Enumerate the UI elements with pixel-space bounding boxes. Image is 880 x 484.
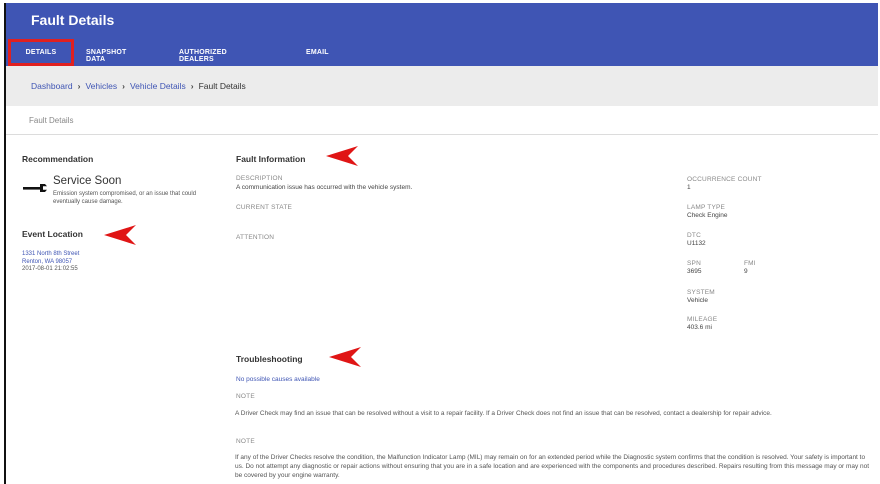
attention-label: ATTENTION bbox=[236, 234, 275, 241]
note-label: NOTE bbox=[236, 438, 255, 445]
chevron-right-icon: › bbox=[190, 81, 194, 91]
tab-authorized-dealers[interactable]: AUTHORIZED DEALERS bbox=[179, 49, 227, 63]
occurrence-count-value: 1 bbox=[687, 184, 691, 191]
app-window: Fault Details DETAILS SNAPSHOT DATA AUTH… bbox=[4, 3, 878, 484]
breadcrumb-dashboard[interactable]: Dashboard bbox=[31, 81, 73, 91]
lamp-type-value: Check Engine bbox=[687, 212, 728, 219]
tab-snapshot-data[interactable]: SNAPSHOT DATA bbox=[86, 49, 127, 63]
spn-value: 3695 bbox=[687, 268, 702, 275]
address-line-2[interactable]: Renton, WA 98057 bbox=[22, 259, 79, 267]
description-value: A communication issue has occurred with … bbox=[236, 184, 413, 191]
mileage-value: 403.6 mi bbox=[687, 324, 712, 331]
occurrence-count-label: OCCURRENCE COUNT bbox=[687, 176, 762, 183]
address-line-1[interactable]: 1331 North 8th Street bbox=[22, 251, 79, 259]
possible-causes-link[interactable]: No possible causes available bbox=[236, 376, 320, 383]
system-value: Vehicle bbox=[687, 297, 708, 304]
chevron-right-icon: › bbox=[122, 81, 125, 91]
description-label: DESCRIPTION bbox=[236, 175, 283, 182]
red-arrow-annotation bbox=[326, 146, 358, 166]
event-location-heading: Event Location bbox=[22, 229, 83, 239]
fmi-value: 9 bbox=[744, 268, 748, 275]
chevron-right-icon: › bbox=[77, 81, 81, 91]
system-label: SYSTEM bbox=[687, 289, 715, 296]
spn-label: SPN bbox=[687, 260, 701, 267]
fmi-label: FMI bbox=[744, 260, 756, 267]
event-timestamp: 2017-08-01 21:02:55 bbox=[22, 266, 78, 272]
dtc-label: DTC bbox=[687, 232, 701, 239]
breadcrumb-current: Fault Details bbox=[198, 81, 246, 91]
section-header-title: Fault Details bbox=[29, 115, 74, 125]
red-arrow-annotation bbox=[104, 225, 136, 245]
recommendation-heading: Recommendation bbox=[22, 154, 94, 164]
breadcrumb-vehicles[interactable]: Vehicles bbox=[85, 81, 117, 91]
breadcrumb-vehicle-details[interactable]: Vehicle Details bbox=[130, 81, 186, 91]
red-arrow-annotation bbox=[329, 347, 361, 367]
dtc-value: U1132 bbox=[687, 240, 706, 247]
page-title: Fault Details bbox=[31, 12, 115, 28]
mileage-label: MILEAGE bbox=[687, 316, 718, 323]
tab-details[interactable]: DETAILS bbox=[8, 39, 74, 66]
service-soon-title: Service Soon bbox=[53, 175, 122, 187]
service-soon-description: Emission system compromised, or an issue… bbox=[53, 191, 197, 205]
breadcrumb: Dashboard › Vehicles › Vehicle Details ›… bbox=[6, 66, 878, 106]
current-state-label: CURRENT STATE bbox=[236, 204, 293, 211]
event-location-details: 1331 North 8th Street Renton, WA 98057 2… bbox=[22, 251, 79, 274]
note-label: NOTE bbox=[236, 393, 255, 400]
wrench-icon bbox=[23, 184, 47, 192]
app-header: Fault Details DETAILS SNAPSHOT DATA AUTH… bbox=[6, 3, 878, 66]
tab-email[interactable]: EMAIL bbox=[306, 49, 329, 56]
fault-information-heading: Fault Information bbox=[236, 154, 306, 164]
troubleshooting-heading: Troubleshooting bbox=[236, 354, 303, 364]
note-text: A Driver Check may find an issue that ca… bbox=[235, 410, 772, 417]
section-header: Fault Details bbox=[6, 106, 878, 135]
note-text: If any of the Driver Checks resolve the … bbox=[235, 454, 870, 479]
lamp-type-label: LAMP TYPE bbox=[687, 204, 726, 211]
